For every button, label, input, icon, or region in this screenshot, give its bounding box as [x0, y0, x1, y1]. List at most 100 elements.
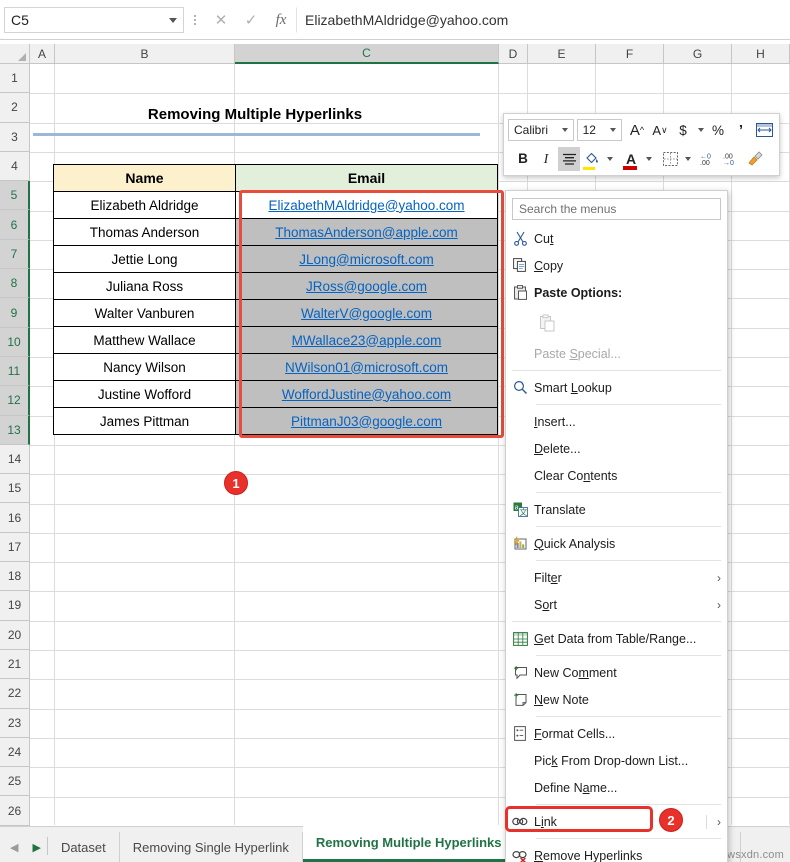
column-header-e[interactable]: E	[528, 44, 596, 64]
column-header-h[interactable]: H	[732, 44, 790, 64]
decrease-decimal-button[interactable]: ←0 .00	[698, 147, 720, 171]
percent-format-button[interactable]: %	[707, 118, 729, 142]
sheet-tab-dataset[interactable]: Dataset	[48, 832, 120, 862]
row-header-23[interactable]: 23	[0, 708, 30, 738]
menu-item-smart-lookup[interactable]: i Smart Lookup	[506, 374, 727, 401]
cell-email-hyperlink[interactable]: ElizabethMAldridge@yahoo.com	[235, 191, 498, 219]
row-header-6[interactable]: 6	[0, 210, 30, 240]
row-header-11[interactable]: 11	[0, 356, 30, 387]
cell-name[interactable]: Elizabeth Aldridge	[53, 191, 236, 219]
menu-item-delete[interactable]: Delete...	[506, 435, 727, 462]
row-header-4[interactable]: 4	[0, 151, 30, 182]
menu-item-paste-special[interactable]: Paste Special...	[506, 340, 727, 367]
check-icon[interactable]: ✓	[236, 7, 266, 33]
column-header-b[interactable]: B	[55, 44, 235, 64]
row-header-26[interactable]: 26	[0, 796, 30, 826]
menu-item-filter[interactable]: Filter ›	[506, 564, 727, 591]
row-header-1[interactable]: 1	[0, 64, 30, 94]
menu-item-quick-analysis[interactable]: Quick Analysis	[506, 530, 727, 557]
search-menus-input[interactable]: Search the menus	[512, 198, 721, 220]
select-all-corner[interactable]	[0, 44, 30, 64]
cell-email-hyperlink[interactable]: PittmanJ03@google.com	[235, 407, 498, 435]
menu-item-new-note[interactable]: New Note	[506, 686, 727, 713]
italic-button[interactable]: I	[535, 147, 557, 171]
cell-name[interactable]: James Pittman	[53, 407, 236, 435]
bold-button[interactable]: B	[512, 147, 534, 171]
column-header-c[interactable]: C	[235, 44, 499, 64]
sheet-tab-removing-single-hyperlink[interactable]: Removing Single Hyperlink	[120, 832, 303, 862]
cell-name[interactable]: Matthew Wallace	[53, 326, 236, 354]
cell-name[interactable]: Juliana Ross	[53, 272, 236, 300]
menu-item-cut[interactable]: Cut	[506, 225, 727, 252]
menu-item-link[interactable]: Link ›	[506, 808, 727, 835]
row-header-21[interactable]: 21	[0, 649, 30, 680]
menu-item-translate[interactable]: a 文 Translate	[506, 496, 727, 523]
menu-item-new-comment[interactable]: New Comment	[506, 659, 727, 686]
chevron-right-icon[interactable]: ▶	[32, 841, 40, 854]
column-header-f[interactable]: F	[596, 44, 664, 64]
menu-item-insert[interactable]: Insert...	[506, 408, 727, 435]
column-header-g[interactable]: G	[664, 44, 732, 64]
row-header-7[interactable]: 7	[0, 239, 30, 270]
context-menu[interactable]: Search the menus Cut Copy Paste Options: Pa…	[505, 190, 728, 862]
fx-icon[interactable]: fx	[266, 7, 296, 33]
row-header-9[interactable]: 9	[0, 298, 30, 328]
chevron-right-icon[interactable]: ›	[711, 598, 721, 612]
column-header-d[interactable]: D	[499, 44, 528, 64]
decrease-font-size-button[interactable]: A ∨	[649, 118, 671, 142]
cell-name[interactable]: Jettie Long	[53, 245, 236, 273]
menu-item-remove-hyperlinks[interactable]: Remove Hyperlinks	[506, 842, 727, 862]
name-box[interactable]: C5	[4, 7, 184, 33]
row-header-5[interactable]: 5	[0, 181, 30, 211]
accounting-format-button[interactable]: $	[672, 118, 694, 142]
menu-item-format-cells[interactable]: Format Cells...	[506, 720, 727, 747]
cell-email-hyperlink[interactable]: JLong@microsoft.com	[235, 245, 498, 273]
font-size-combo[interactable]: 12	[576, 119, 622, 142]
align-center-button[interactable]	[558, 146, 580, 171]
chevron-down-icon[interactable]	[561, 128, 568, 133]
menu-item-sort[interactable]: Sort ›	[506, 591, 727, 618]
row-header-19[interactable]: 19	[0, 591, 30, 621]
row-header-13[interactable]: 13	[0, 415, 30, 445]
cell-email-hyperlink[interactable]: JRoss@google.com	[235, 272, 498, 300]
increase-font-size-button[interactable]: A ^	[626, 118, 648, 142]
row-header-15[interactable]: 15	[0, 474, 30, 504]
comma-format-button[interactable]: ’	[730, 118, 752, 142]
chevron-right-icon[interactable]: ›	[711, 571, 721, 585]
merge-center-button[interactable]	[753, 118, 775, 142]
cell-email-hyperlink[interactable]: WalterV@google.com	[235, 299, 498, 327]
cell-email-hyperlink[interactable]: ThomasAnderson@apple.com	[235, 218, 498, 246]
font-color-button[interactable]: A	[620, 147, 642, 171]
accounting-dropdown[interactable]	[695, 118, 706, 142]
cell-name[interactable]: Walter Vanburen	[53, 299, 236, 327]
row-header-18[interactable]: 18	[0, 562, 30, 592]
menu-item-get-data[interactable]: Get Data from Table/Range...	[506, 625, 727, 652]
chevron-down-icon[interactable]	[169, 17, 177, 23]
font-name-combo[interactable]: Calibri	[508, 119, 574, 142]
row-header-2[interactable]: 2	[0, 93, 30, 123]
menu-item-copy[interactable]: Copy	[506, 252, 727, 279]
borders-dropdown[interactable]	[682, 147, 693, 171]
chevron-right-icon[interactable]: ›	[706, 814, 721, 829]
row-header-3[interactable]: 3	[0, 122, 30, 152]
row-header-20[interactable]: 20	[0, 620, 30, 650]
menu-item-pick-dropdown[interactable]: Pick From Drop-down List...	[506, 747, 727, 774]
row-header-10[interactable]: 10	[0, 327, 30, 357]
cell-email-hyperlink[interactable]: WoffordJustine@yahoo.com	[235, 380, 498, 408]
cell-email-hyperlink[interactable]: MWallace23@apple.com	[235, 326, 498, 354]
sheet-tab-removing-multiple-hyperlinks[interactable]: Removing Multiple Hyperlinks	[302, 826, 515, 862]
chevron-left-icon[interactable]: ◀	[10, 841, 18, 854]
chevron-down-icon[interactable]	[610, 128, 616, 133]
row-header-17[interactable]: 17	[0, 532, 30, 563]
row-header-8[interactable]: 8	[0, 269, 30, 299]
fill-color-button[interactable]	[581, 147, 603, 171]
borders-button[interactable]	[659, 147, 681, 171]
cell-name[interactable]: Nancy Wilson	[53, 353, 236, 381]
format-painter-button[interactable]	[744, 147, 766, 171]
menu-item-clear-contents[interactable]: Clear Contents	[506, 462, 727, 489]
row-header-12[interactable]: 12	[0, 386, 30, 416]
cell-name[interactable]: Thomas Anderson	[53, 218, 236, 246]
row-header-24[interactable]: 24	[0, 737, 30, 768]
fill-color-dropdown[interactable]	[604, 147, 615, 171]
menu-item-define-name[interactable]: Define Name...	[506, 774, 727, 801]
